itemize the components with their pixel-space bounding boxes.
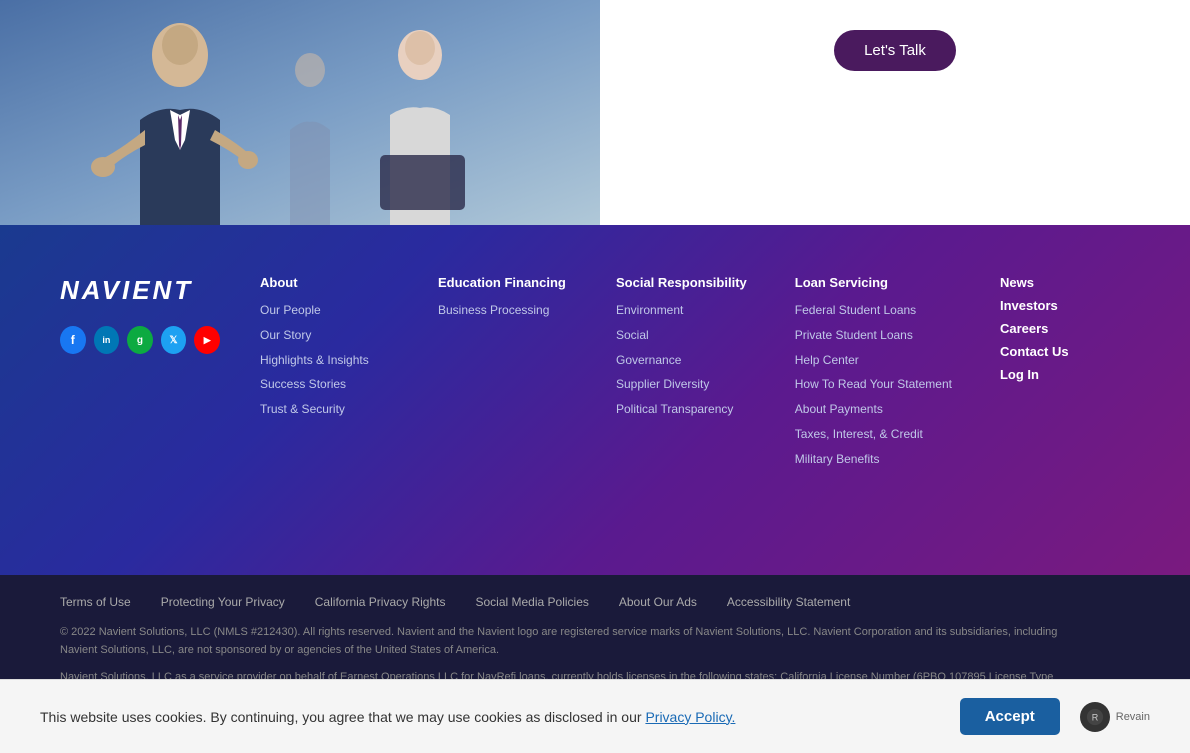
revain-label: Revain <box>1116 711 1150 723</box>
private-student-loans-link[interactable]: Private Student Loans <box>795 327 952 344</box>
social-responsibility-header[interactable]: Social Responsibility <box>616 275 747 290</box>
trust-security-link[interactable]: Trust & Security <box>260 401 390 418</box>
cookie-text: This website uses cookies. By continuing… <box>40 709 735 725</box>
footer-col-education: Education Financing Business Processing <box>438 275 568 476</box>
our-story-link[interactable]: Our Story <box>260 327 390 344</box>
taxes-interest-link[interactable]: Taxes, Interest, & Credit <box>795 426 952 443</box>
about-our-ads-link[interactable]: About Our Ads <box>619 595 697 609</box>
help-center-link[interactable]: Help Center <box>795 352 952 369</box>
bottom-links: Terms of Use Protecting Your Privacy Cal… <box>60 595 1130 609</box>
footer-col-loan: Loan Servicing Federal Student Loans Pri… <box>795 275 952 476</box>
environment-link[interactable]: Environment <box>616 302 747 319</box>
cookie-right: Accept R Revain <box>960 698 1150 735</box>
contact-us-link[interactable]: Contact Us <box>1000 344 1130 359</box>
highlights-insights-link[interactable]: Highlights & Insights <box>260 352 390 369</box>
about-payments-link[interactable]: About Payments <box>795 401 952 418</box>
footer-section: NAVIENT f in g 𝕏 ▶ About Our People Our … <box>0 225 1190 575</box>
business-processing-link[interactable]: Business Processing <box>438 302 568 319</box>
lets-talk-button[interactable]: Let's Talk <box>834 30 956 71</box>
protecting-privacy-link[interactable]: Protecting Your Privacy <box>161 595 285 609</box>
social-link[interactable]: Social <box>616 327 747 344</box>
military-benefits-link[interactable]: Military Benefits <box>795 451 952 468</box>
hero-section: Let's Talk <box>0 0 1190 225</box>
youtube-icon[interactable]: ▶ <box>194 326 220 354</box>
log-in-link[interactable]: Log In <box>1000 367 1130 382</box>
privacy-policy-link[interactable]: Privacy Policy. <box>645 709 735 725</box>
facebook-icon[interactable]: f <box>60 326 86 354</box>
footer-logo-col: NAVIENT f in g 𝕏 ▶ <box>60 275 220 476</box>
footer-col-about: About Our People Our Story Highlights & … <box>260 275 390 476</box>
hero-image-svg <box>0 0 600 225</box>
cookie-message: This website uses cookies. By continuing… <box>40 709 642 725</box>
cookie-banner: This website uses cookies. By continuing… <box>0 679 1190 753</box>
navient-logo: NAVIENT <box>60 275 220 306</box>
footer-col-social: Social Responsibility Environment Social… <box>616 275 747 476</box>
accept-button[interactable]: Accept <box>960 698 1060 735</box>
glassdoor-icon[interactable]: g <box>127 326 153 354</box>
revain-badge: R Revain <box>1080 702 1150 732</box>
political-transparency-link[interactable]: Political Transparency <box>616 401 747 418</box>
terms-of-use-link[interactable]: Terms of Use <box>60 595 131 609</box>
education-financing-header[interactable]: Education Financing <box>438 275 568 290</box>
linkedin-icon[interactable]: in <box>94 326 120 354</box>
hero-right-panel: Let's Talk <box>600 0 1190 225</box>
supplier-diversity-link[interactable]: Supplier Diversity <box>616 376 747 393</box>
federal-student-loans-link[interactable]: Federal Student Loans <box>795 302 952 319</box>
about-header[interactable]: About <box>260 275 390 290</box>
twitter-icon[interactable]: 𝕏 <box>161 326 187 354</box>
revain-icon: R <box>1080 702 1110 732</box>
our-people-link[interactable]: Our People <box>260 302 390 319</box>
footer-col-right: News Investors Careers Contact Us Log In <box>1000 275 1130 476</box>
svg-text:R: R <box>1092 712 1099 722</box>
investors-link[interactable]: Investors <box>1000 298 1130 313</box>
loan-servicing-header[interactable]: Loan Servicing <box>795 275 952 290</box>
how-to-read-link[interactable]: How To Read Your Statement <box>795 376 952 393</box>
success-stories-link[interactable]: Success Stories <box>260 376 390 393</box>
accessibility-statement-link[interactable]: Accessibility Statement <box>727 595 850 609</box>
california-privacy-link[interactable]: California Privacy Rights <box>315 595 446 609</box>
footer-nav: About Our People Our Story Highlights & … <box>260 275 1130 476</box>
hero-image <box>0 0 600 225</box>
footer-content: NAVIENT f in g 𝕏 ▶ About Our People Our … <box>60 275 1130 476</box>
social-media-policies-link[interactable]: Social Media Policies <box>475 595 588 609</box>
copyright-text: © 2022 Navient Solutions, LLC (NMLS #212… <box>60 624 1060 659</box>
news-link[interactable]: News <box>1000 275 1130 290</box>
careers-link[interactable]: Careers <box>1000 321 1130 336</box>
social-icons: f in g 𝕏 ▶ <box>60 326 220 354</box>
governance-link[interactable]: Governance <box>616 352 747 369</box>
